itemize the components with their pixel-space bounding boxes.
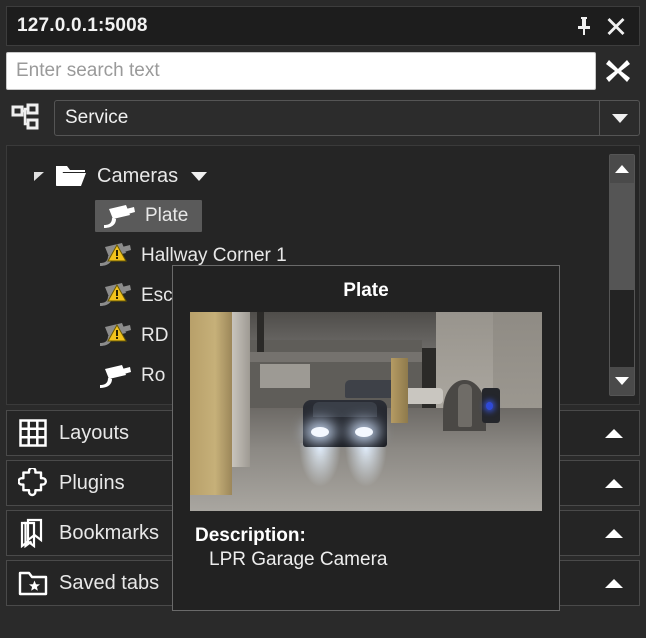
- tooltip-description-value: LPR Garage Camera: [187, 549, 545, 571]
- tree-scrollbar[interactable]: [605, 146, 639, 404]
- warning-icon: [107, 324, 127, 347]
- chevron-up-icon[interactable]: [589, 477, 639, 489]
- scrollbar-thumb[interactable]: [610, 183, 634, 290]
- scrollbar-track[interactable]: [609, 154, 635, 396]
- scroll-up-icon[interactable]: [610, 155, 634, 183]
- folder-open-icon: [51, 163, 91, 189]
- camera-icon: [95, 283, 135, 309]
- scrollbar-area[interactable]: [610, 183, 634, 367]
- titlebar: 127.0.0.1:5008: [6, 6, 640, 46]
- service-dropdown[interactable]: Service: [54, 100, 640, 136]
- scroll-down-icon[interactable]: [610, 367, 634, 395]
- chevron-up-icon[interactable]: [589, 427, 639, 439]
- camera-preview-tooltip: Plate Description: LP: [172, 265, 560, 611]
- tooltip-description-label: Description:: [187, 511, 545, 549]
- folder-star-icon: [7, 569, 59, 597]
- tree-root-cameras[interactable]: Cameras: [7, 156, 605, 196]
- triangle-expanded-icon[interactable]: [29, 169, 51, 183]
- camera-icon: [95, 363, 135, 389]
- tree-item-label: Esc: [135, 285, 173, 307]
- close-icon[interactable]: [605, 14, 627, 38]
- search-input[interactable]: [6, 52, 596, 90]
- service-dropdown-value: Service: [55, 107, 599, 129]
- tooltip-title: Plate: [187, 276, 545, 312]
- camera-preview-image: [190, 312, 542, 511]
- grid-icon: [7, 419, 59, 447]
- camera-icon: [99, 203, 139, 229]
- caret-down-icon[interactable]: [178, 171, 208, 182]
- puzzle-icon: [7, 468, 59, 498]
- page-title: 127.0.0.1:5008: [17, 15, 573, 37]
- tree-root-label: Cameras: [91, 165, 178, 188]
- pin-icon[interactable]: [573, 14, 595, 38]
- search-row: [6, 49, 640, 93]
- tree-item-label: RD: [135, 325, 168, 347]
- bookmark-icon: [7, 518, 59, 548]
- hierarchy-icon: [6, 101, 46, 135]
- chevron-down-icon[interactable]: [599, 101, 639, 135]
- warning-icon: [107, 244, 127, 267]
- tree-item-label: Plate: [139, 205, 188, 227]
- tree-item-selection: Plate: [95, 200, 202, 232]
- service-selector-row: Service: [6, 97, 640, 139]
- camera-icon: [95, 243, 135, 269]
- camera-browser-panel: 127.0.0.1:5008: [0, 0, 646, 638]
- tree-item-label: Ro: [135, 365, 165, 387]
- chevron-up-icon[interactable]: [589, 577, 639, 589]
- warning-icon: [107, 284, 127, 307]
- chevron-up-icon[interactable]: [589, 527, 639, 539]
- search-clear-button[interactable]: [596, 52, 640, 90]
- camera-icon: [95, 323, 135, 349]
- tree-item-label: Hallway Corner 1: [135, 245, 287, 267]
- tree-item-plate[interactable]: Plate: [7, 196, 605, 236]
- titlebar-buttons: [573, 14, 633, 38]
